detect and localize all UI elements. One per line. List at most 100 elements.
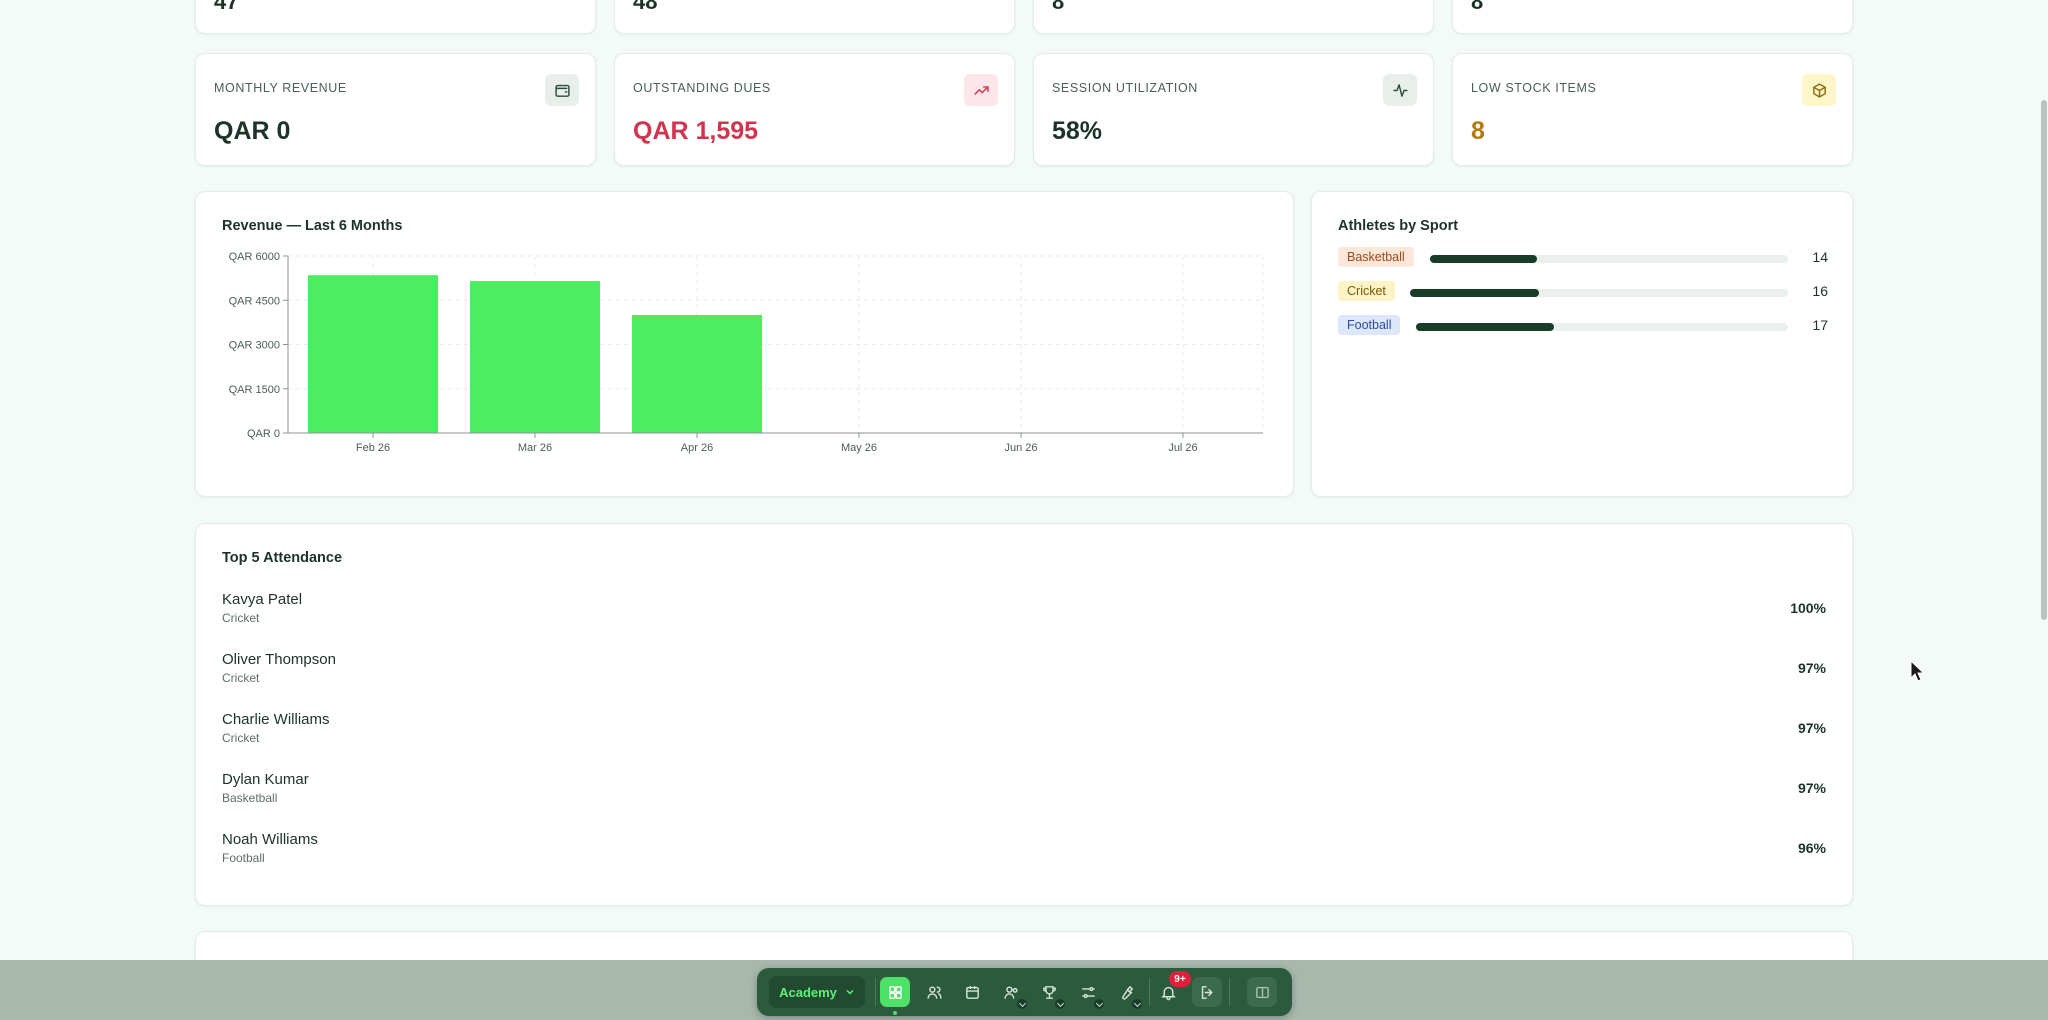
sport-badge: Cricket (1338, 281, 1395, 301)
athlete-name: Charlie Williams (222, 711, 330, 728)
revenue-bar[interactable] (308, 275, 438, 433)
outstanding-dues-card: OUTSTANDING DUES QAR 1,595 (614, 53, 1015, 166)
x-tick-label: Mar 26 (518, 442, 552, 454)
x-tick-label: Jun 26 (1004, 442, 1037, 454)
sport-row: Cricket 16 (1338, 281, 1828, 303)
sport-count: 14 (1812, 249, 1828, 265)
y-tick-label: QAR 6000 (229, 251, 280, 263)
x-tick-label: Jul 26 (1168, 442, 1197, 454)
sport-row: Basketball 14 (1338, 247, 1828, 269)
dock-divider (875, 978, 876, 1006)
stat-label: SESSION UTILIZATION (1052, 81, 1198, 95)
card-title: Top 5 Attendance (222, 550, 343, 566)
dock-divider (1149, 978, 1150, 1006)
notification-count-badge: 9+ (1169, 971, 1191, 987)
athletes-by-sport-card: Athletes by Sport Basketball 14 Cricket 16 F… (1311, 191, 1853, 497)
revenue-bar-chart: QAR 0 QAR 1500 QAR 3000 QAR 4500 QAR 6000 Feb… (229, 251, 1264, 454)
sport-progress-track (1410, 289, 1788, 297)
stat-value-partial: 8 (1052, 0, 1065, 14)
competitions-button[interactable] (1034, 977, 1066, 1010)
revenue-bar[interactable] (470, 281, 600, 433)
package-icon (1802, 74, 1836, 106)
athlete-sport: Cricket (222, 671, 260, 685)
sport-progress-track (1416, 323, 1788, 331)
dashboard-button[interactable] (880, 977, 910, 1015)
page-scrollbar[interactable] (2041, 100, 2047, 620)
tools-button[interactable] (1111, 977, 1143, 1010)
dock-divider (1229, 978, 1230, 1006)
athletes-button[interactable] (919, 977, 949, 1007)
stat-value-partial: 47 (214, 0, 239, 14)
logout-icon (1201, 985, 1213, 999)
athlete-name: Kavya Patel (222, 591, 303, 608)
mouse-cursor-icon (1910, 660, 1924, 682)
stat-value-partial: 8 (1471, 0, 1484, 14)
sport-progress-fill (1410, 289, 1539, 297)
active-indicator (893, 1011, 897, 1015)
sport-badge: Basketball (1338, 247, 1414, 267)
attendance-row: Dylan Kumar Basketball 97% (222, 771, 1826, 811)
trophy-icon (1042, 985, 1056, 999)
athlete-name: Noah Williams (222, 831, 318, 848)
athlete-sport: Football (222, 851, 265, 865)
y-tick-label: QAR 1500 (229, 384, 280, 396)
attendance-row: Kavya Patel Cricket 100% (222, 591, 1826, 631)
sport-progress-fill (1430, 255, 1538, 263)
stat-card-partial: 48 (614, 0, 1015, 34)
stat-card-partial: 8 (1452, 0, 1853, 34)
low-stock-items-card: LOW STOCK ITEMS 8 (1452, 53, 1853, 166)
athlete-sport: Basketball (222, 791, 278, 805)
revenue-bar[interactable] (632, 315, 762, 433)
attendance-row: Noah Williams Football 96% (222, 831, 1826, 871)
team-icon (1003, 985, 1018, 999)
stat-label: MONTHLY REVENUE (214, 81, 347, 95)
sport-badge: Football (1338, 315, 1401, 335)
submenu-indicator (1093, 998, 1105, 1010)
session-utilization-card: SESSION UTILIZATION 58% (1033, 53, 1434, 166)
sport-row: Football 17 (1338, 315, 1828, 337)
bottom-dock: Academy 9+ (757, 968, 1292, 1016)
wallet-icon (545, 74, 579, 106)
attendance-percentage: 97% (1797, 780, 1826, 796)
attendance-row: Oliver Thompson Cricket 97% (222, 651, 1826, 691)
stat-value: QAR 0 (214, 117, 291, 145)
athlete-name: Oliver Thompson (222, 651, 336, 668)
sport-progress-fill (1416, 323, 1554, 331)
notifications-button[interactable]: 9+ (1153, 971, 1191, 1007)
stat-card-partial: 8 (1033, 0, 1434, 34)
chevron-down-icon (846, 989, 854, 995)
stat-value-partial: 48 (633, 0, 658, 14)
calendar-icon (965, 985, 979, 999)
trending-up-icon (964, 74, 998, 106)
x-tick-label: Apr 26 (681, 442, 713, 454)
top-attendance-card: Top 5 Attendance Kavya Patel Cricket 100% O… (195, 523, 1853, 906)
settings-sliders-icon (1081, 986, 1095, 998)
stat-card-partial: 47 (195, 0, 596, 34)
calendar-button[interactable] (957, 977, 987, 1007)
athlete-sport: Cricket (222, 731, 260, 745)
submenu-indicator (1016, 998, 1028, 1010)
dashboard-icon (888, 985, 902, 999)
y-tick-label: QAR 4500 (229, 295, 280, 307)
wrench-icon (1121, 985, 1133, 1000)
athlete-sport: Cricket (222, 611, 260, 625)
programs-button[interactable] (1073, 977, 1105, 1010)
attendance-row: Charlie Williams Cricket 97% (222, 711, 1826, 751)
x-tick-label: Feb 26 (356, 442, 390, 454)
users-icon (926, 985, 942, 999)
academy-switcher-button[interactable]: Academy (769, 976, 865, 1008)
y-tick-label: QAR 3000 (229, 340, 280, 352)
submenu-indicator (1131, 998, 1143, 1010)
stat-label: OUTSTANDING DUES (633, 81, 771, 95)
stat-value: QAR 1,595 (633, 117, 759, 145)
stat-value: 58% (1052, 117, 1103, 145)
activity-icon (1383, 74, 1417, 106)
teams-button[interactable] (996, 977, 1028, 1010)
attendance-percentage: 97% (1797, 720, 1826, 736)
academy-label: Academy (779, 984, 837, 1000)
logout-button[interactable] (1192, 977, 1222, 1007)
toggle-panel-button[interactable] (1247, 977, 1277, 1007)
x-tick-label: May 26 (841, 442, 877, 454)
revenue-chart-card: Revenue — Last 6 Months QAR 0 QAR 1500 QAR… (195, 191, 1294, 497)
sport-count: 17 (1812, 317, 1828, 333)
